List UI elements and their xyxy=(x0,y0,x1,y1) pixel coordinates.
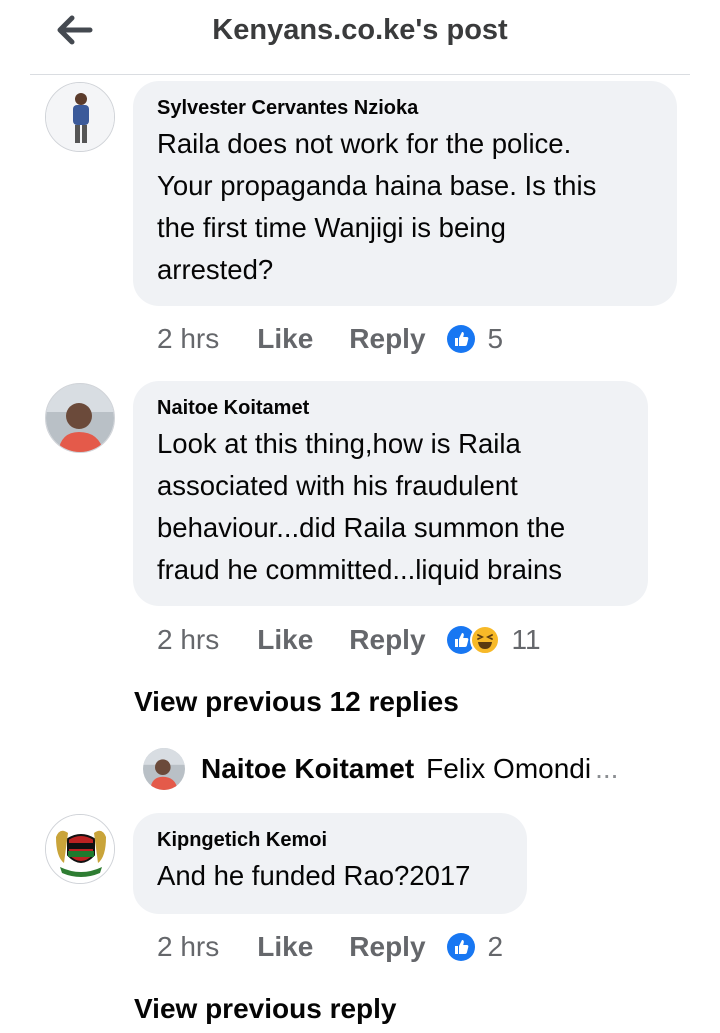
like-button[interactable]: Like xyxy=(257,323,313,355)
like-icon xyxy=(446,933,475,961)
reactions-summary[interactable]: 11 xyxy=(446,624,541,656)
user-photo-icon xyxy=(46,83,114,151)
view-previous-replies-link[interactable]: View previous 12 replies xyxy=(134,686,459,718)
comment-text-line: Your propaganda haina base. Is this xyxy=(157,170,597,201)
comment-text-line: Look at this thing,how is Raila xyxy=(157,428,521,459)
comment-text: And he funded Rao?2017 xyxy=(157,855,503,897)
user-photo-icon xyxy=(143,748,185,790)
avatar[interactable] xyxy=(45,82,115,152)
post-header: Kenyans.co.ke's post xyxy=(0,0,720,76)
comment-author[interactable]: Sylvester Cervantes Nzioka xyxy=(157,95,653,121)
comment-text: Look at this thing,how is Raila associat… xyxy=(157,423,624,591)
comment-meta: 2 hrs Like Reply 11 xyxy=(157,620,541,660)
comment-text-line: And he funded Rao?2017 xyxy=(157,860,471,891)
haha-icon xyxy=(469,625,500,655)
reactions-summary[interactable]: 5 xyxy=(446,323,504,355)
comment-text-line: associated with his fraudulent xyxy=(157,470,518,501)
reaction-count: 11 xyxy=(511,624,541,655)
reaction-count: 2 xyxy=(487,931,504,962)
comment-text-line: the first time Wanjigi is being xyxy=(157,212,506,243)
comment-text-line: behaviour...did Raila summon the xyxy=(157,512,566,543)
reply-text: Felix Omondi xyxy=(426,753,592,784)
view-previous-reply-link[interactable]: View previous reply xyxy=(134,993,397,1025)
comment-text-line: arrested? xyxy=(157,254,274,285)
comment-text: Raila does not work for the police. Your… xyxy=(157,123,653,291)
avatar[interactable] xyxy=(45,814,115,884)
avatar[interactable] xyxy=(143,748,185,790)
reaction-count: 5 xyxy=(487,323,504,354)
like-button[interactable]: Like xyxy=(257,931,313,963)
comment-author[interactable]: Kipngetich Kemoi xyxy=(157,827,503,853)
reply-preview[interactable]: Naitoe Koitamet Felix Omondi ... xyxy=(143,747,618,791)
comment-bubble[interactable]: Kipngetich Kemoi And he funded Rao?2017 xyxy=(133,813,527,914)
user-photo-icon xyxy=(46,384,114,452)
comment-time[interactable]: 2 hrs xyxy=(157,931,219,963)
reply-button[interactable]: Reply xyxy=(349,931,425,963)
page-title: Kenyans.co.ke's post xyxy=(212,14,508,46)
coat-of-arms-icon xyxy=(46,815,114,883)
comment-author[interactable]: Naitoe Koitamet xyxy=(157,395,624,421)
reply-author[interactable]: Naitoe Koitamet xyxy=(201,753,414,785)
like-button[interactable]: Like xyxy=(257,624,313,656)
comment-meta: 2 hrs Like Reply 5 xyxy=(157,319,503,359)
header-divider xyxy=(30,74,690,75)
comment-bubble[interactable]: Naitoe Koitamet Look at this thing,how i… xyxy=(133,381,648,606)
comment-text-line: Raila does not work for the police. xyxy=(157,128,572,159)
like-icon xyxy=(446,325,475,353)
comment-time[interactable]: 2 hrs xyxy=(157,624,219,656)
comment-bubble[interactable]: Sylvester Cervantes Nzioka Raila does no… xyxy=(133,81,677,306)
comment-time[interactable]: 2 hrs xyxy=(157,323,219,355)
comment-text-line: fraud he committed...liquid brains xyxy=(157,554,563,585)
avatar[interactable] xyxy=(45,383,115,453)
reply-ellipsis: ... xyxy=(595,753,619,784)
reply-button[interactable]: Reply xyxy=(349,624,425,656)
reactions-summary[interactable]: 2 xyxy=(446,931,504,963)
reply-button[interactable]: Reply xyxy=(349,323,425,355)
comment-meta: 2 hrs Like Reply 2 xyxy=(157,927,503,967)
